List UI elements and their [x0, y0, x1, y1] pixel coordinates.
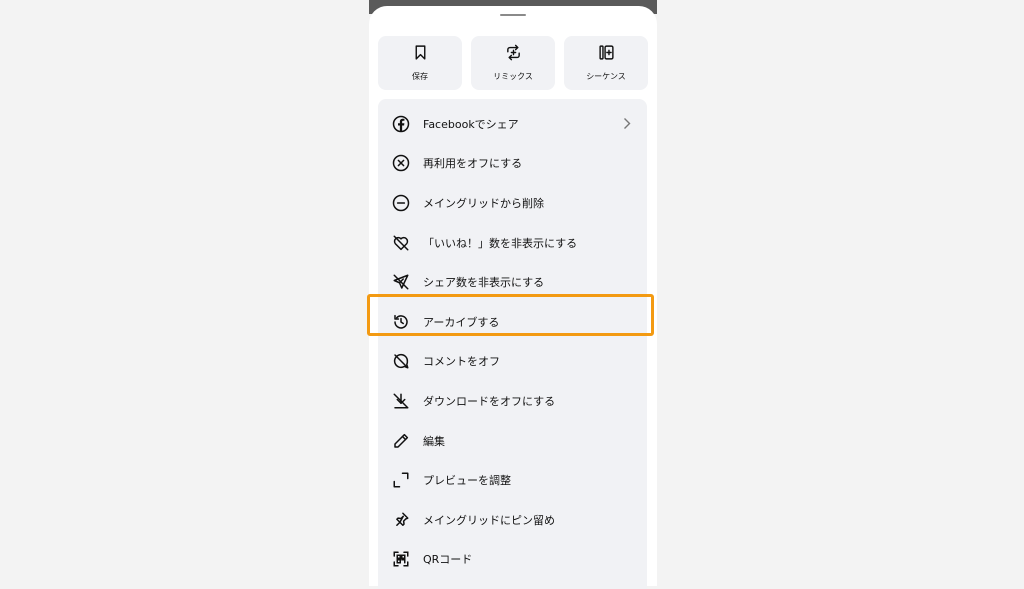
- menu-item-label: シェア数を非表示にする: [423, 276, 545, 290]
- sequence-label: シーケンス: [586, 72, 626, 81]
- comment-off-icon: [391, 351, 411, 371]
- menu-item-label: プレビューを調整: [423, 474, 511, 488]
- menu-item-label: 再利用をオフにする: [423, 157, 523, 171]
- minus-circle-icon: [391, 193, 411, 213]
- crop-icon: [391, 470, 411, 490]
- menu-item-share-facebook[interactable]: Facebookでシェア: [378, 104, 647, 144]
- menu-item-label: コメントをオフ: [423, 355, 500, 369]
- highlight-box: [367, 294, 654, 336]
- save-label: 保存: [412, 72, 428, 81]
- download-off-icon: [391, 391, 411, 411]
- pin-icon: [391, 510, 411, 530]
- sequence-button[interactable]: シーケンス: [564, 36, 648, 90]
- menu-item-remove-from-grid[interactable]: メイングリッドから削除: [378, 183, 647, 223]
- menu-item-edit[interactable]: 編集: [378, 421, 647, 461]
- sequence-icon: [598, 44, 615, 65]
- menu-item-disable-downloads[interactable]: ダウンロードをオフにする: [378, 381, 647, 421]
- menu-item-disable-comments[interactable]: コメントをオフ: [378, 342, 647, 382]
- quick-actions: 保存 リミックス シーケンス: [378, 36, 648, 90]
- menu-item-adjust-preview[interactable]: プレビューを調整: [378, 460, 647, 500]
- bookmark-icon: [412, 44, 429, 65]
- menu-item-label: ダウンロードをオフにする: [423, 394, 556, 408]
- heart-off-icon: [391, 233, 411, 253]
- menu-item-label: メイングリッドにピン留め: [423, 513, 555, 527]
- x-circle-icon: [391, 153, 411, 173]
- menu-item-label: 「いいね！」数を非表示にする: [423, 236, 578, 250]
- send-off-icon: [391, 272, 411, 292]
- menu-item-label: 編集: [423, 434, 445, 448]
- qr-code-icon: [391, 549, 411, 569]
- menu-item-disable-reuse[interactable]: 再利用をオフにする: [378, 144, 647, 184]
- sheet-grabber[interactable]: [500, 14, 526, 16]
- remix-label: リミックス: [493, 72, 533, 81]
- facebook-icon: [391, 114, 411, 134]
- remix-button[interactable]: リミックス: [471, 36, 555, 90]
- pencil-icon: [391, 431, 411, 451]
- remix-icon: [505, 44, 522, 65]
- options-menu: Facebookでシェア 再利用をオフにする メイングリッドから削除 「いいね！…: [378, 99, 647, 589]
- menu-item-label: メイングリッドから削除: [423, 196, 544, 210]
- menu-item-label: Facebookでシェア: [423, 117, 519, 131]
- menu-item-hide-likes[interactable]: 「いいね！」数を非表示にする: [378, 223, 647, 263]
- menu-item-label: QRコード: [423, 553, 473, 567]
- save-button[interactable]: 保存: [378, 36, 462, 90]
- menu-item-qr-code[interactable]: QRコード: [378, 540, 647, 580]
- menu-item-pin-to-grid[interactable]: メイングリッドにピン留め: [378, 500, 647, 540]
- chevron-right-icon: [624, 118, 631, 129]
